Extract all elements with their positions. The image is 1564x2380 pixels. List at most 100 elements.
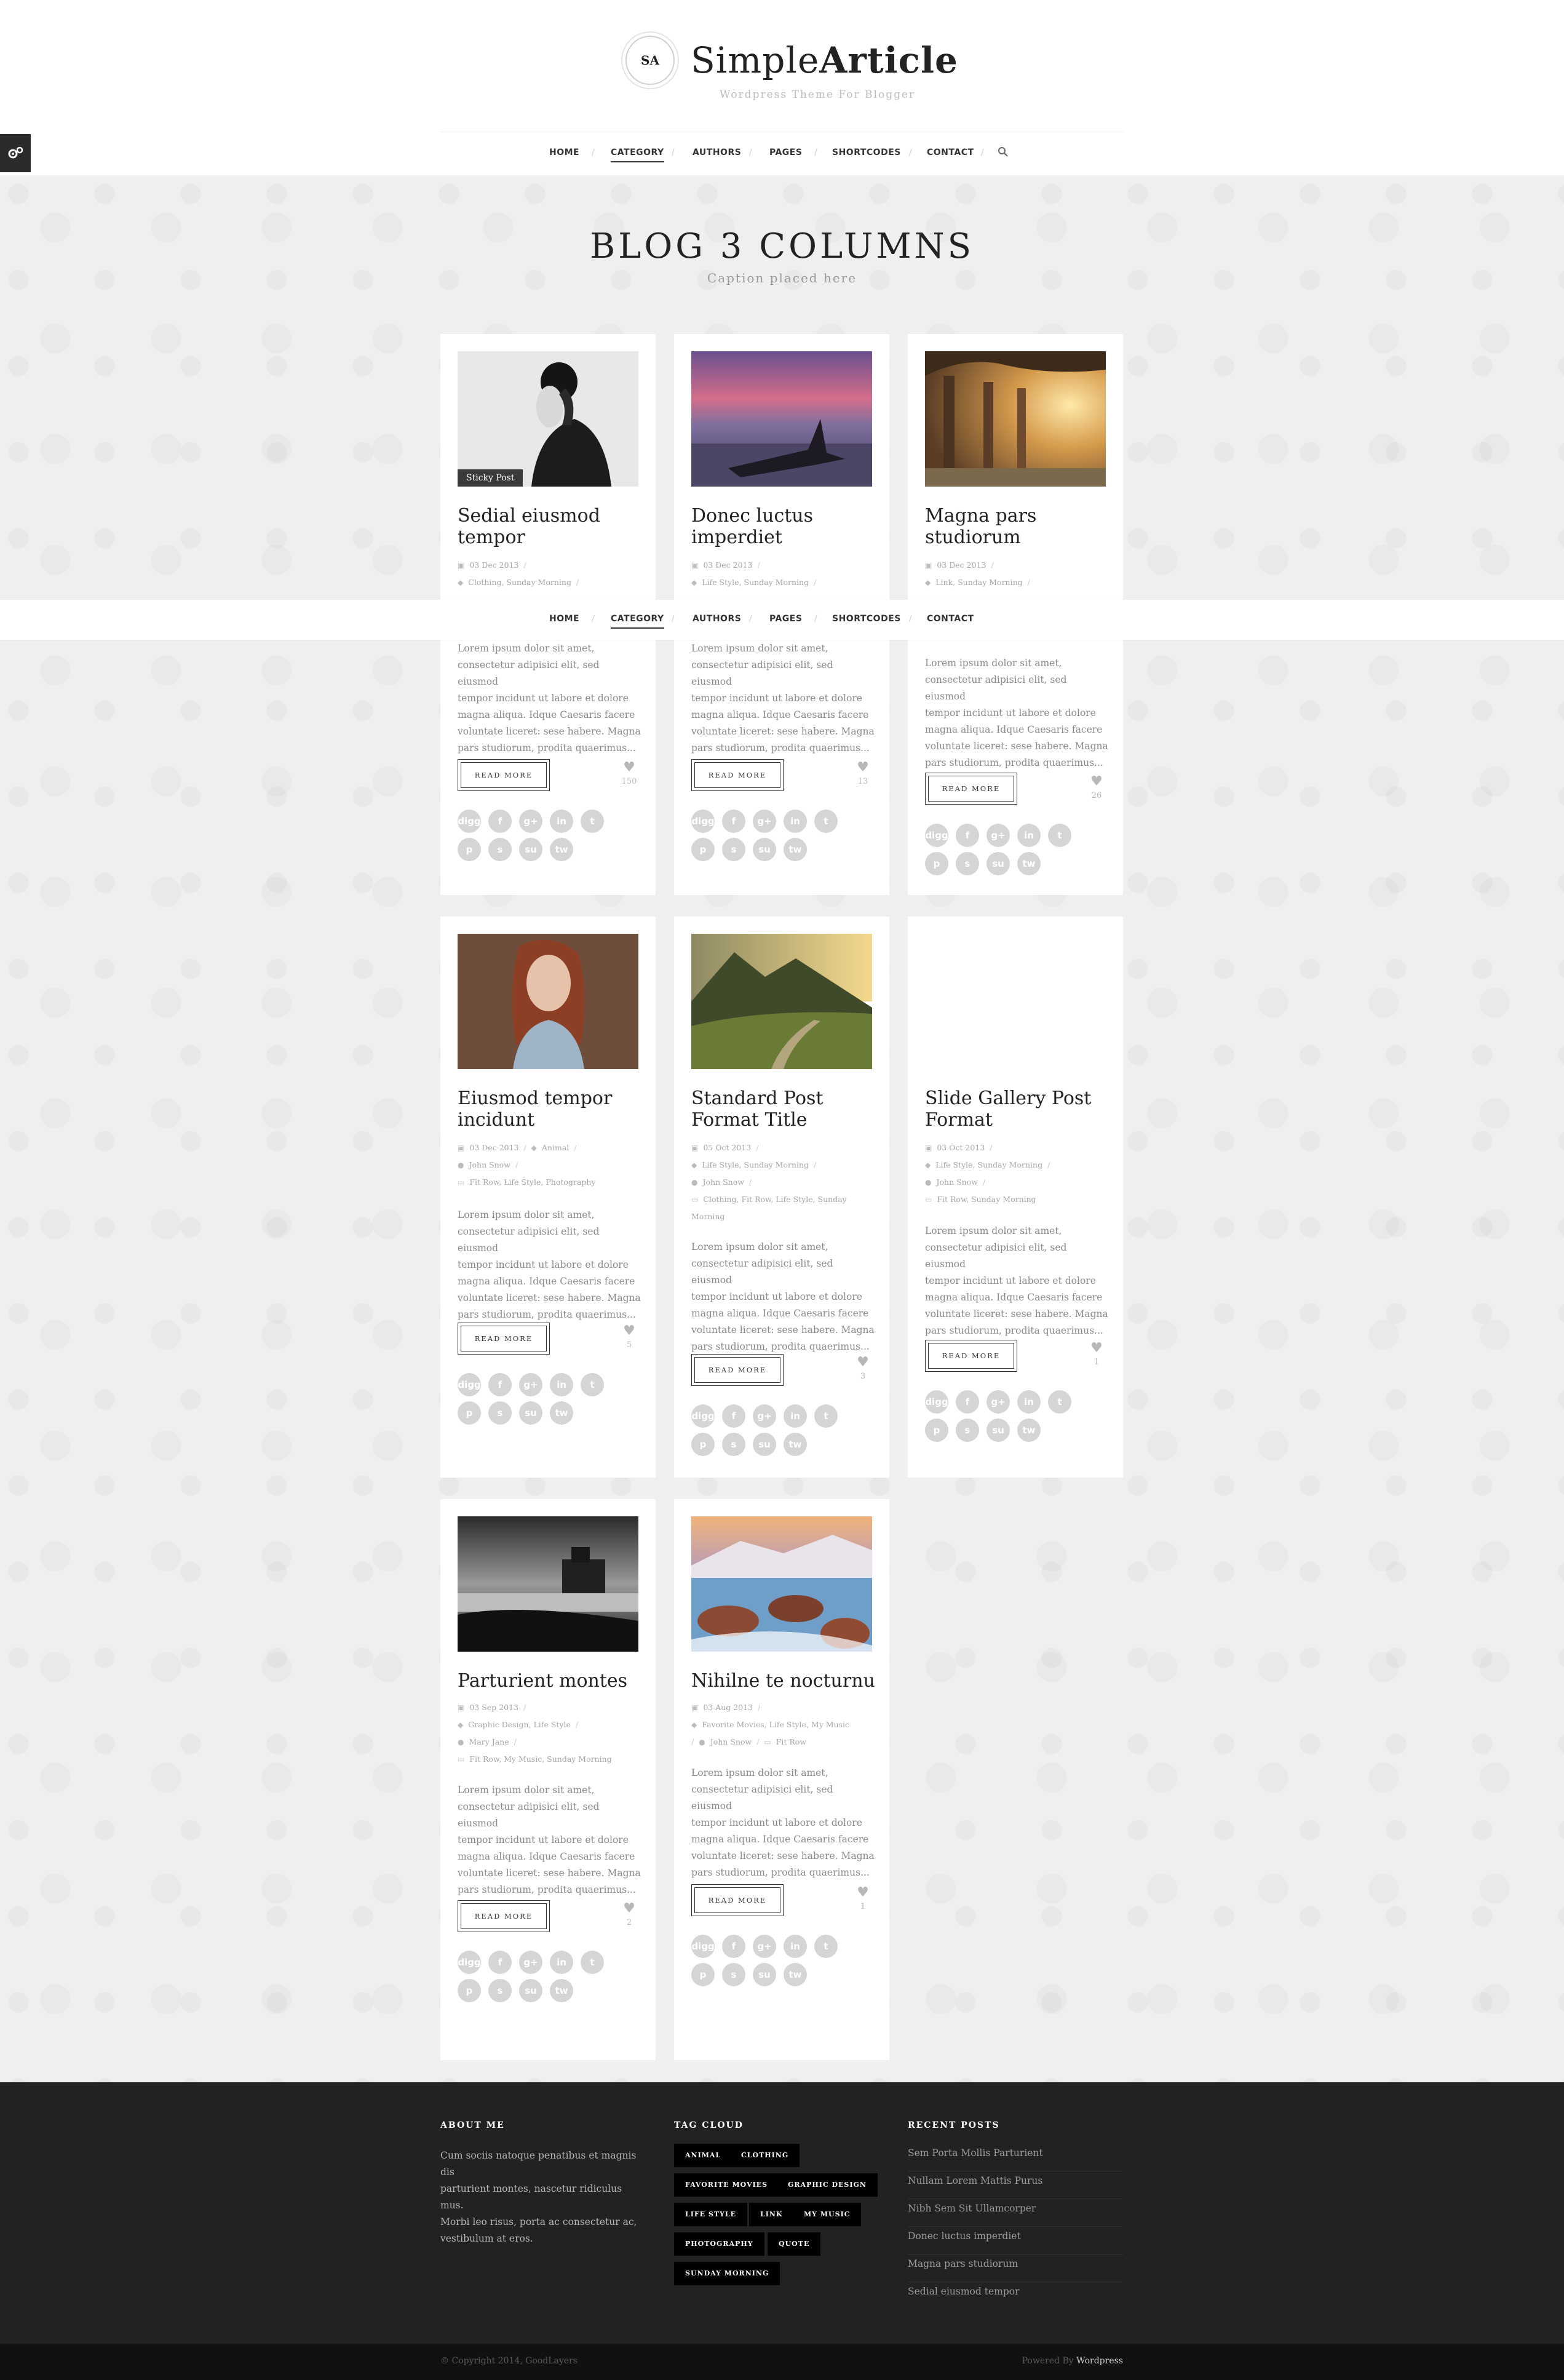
stumbleupon-icon[interactable]: s xyxy=(722,1963,745,1986)
recent-post-link[interactable]: Sem Porta Mollis Parturient xyxy=(908,2144,1123,2171)
post-thumbnail[interactable] xyxy=(691,351,872,487)
nav-item-category[interactable]: CATEGORY xyxy=(611,614,664,629)
google-plus-icon[interactable]: g+ xyxy=(986,1390,1010,1414)
post-thumbnail[interactable] xyxy=(925,351,1106,487)
read-more-button[interactable]: READ MORE xyxy=(925,1340,1017,1372)
post-categories[interactable]: Graphic Design, Life Style xyxy=(468,1720,571,1729)
tag-sunday-morning[interactable]: SUNDAY MORNING xyxy=(674,2262,780,2285)
linkedin-icon[interactable]: in xyxy=(784,1404,807,1428)
linkedin-icon[interactable]: in xyxy=(1017,1390,1041,1414)
post-thumbnail[interactable] xyxy=(691,1516,872,1652)
nav-item-home[interactable]: HOME xyxy=(549,614,579,624)
tumblr-icon[interactable]: t xyxy=(814,810,838,833)
site-logo[interactable]: SA SimpleArticle xyxy=(625,36,958,85)
nav-item-shortcodes[interactable]: SHORTCODES xyxy=(832,614,901,624)
post-title[interactable]: Nihilne te nocturnu xyxy=(691,1670,876,1692)
post-date[interactable]: 03 Dec 2013 xyxy=(937,560,986,570)
read-more-button[interactable]: READ MORE xyxy=(458,759,550,791)
post-date[interactable]: 03 Dec 2013 xyxy=(469,1143,518,1152)
nav-item-authors[interactable]: AUTHORS xyxy=(693,614,741,624)
post-date[interactable]: 03 Dec 2013 xyxy=(469,560,518,570)
post-author[interactable]: John Snow xyxy=(710,1737,752,1746)
nav-item-pages[interactable]: PAGES xyxy=(769,148,802,157)
pinterest-icon[interactable]: p xyxy=(691,1433,715,1456)
twitter-icon[interactable]: tw xyxy=(550,1401,573,1425)
tag-link[interactable]: LINK xyxy=(749,2203,794,2226)
like-button[interactable]: ♥ 1 xyxy=(854,1885,872,1914)
post-title[interactable]: Magna pars studiorum xyxy=(925,505,1109,548)
post-categories[interactable]: Life Style, Sunday Morning xyxy=(702,578,809,587)
post-date[interactable]: 03 Aug 2013 xyxy=(703,1703,753,1712)
like-button[interactable]: ♥ 26 xyxy=(1087,774,1106,803)
google-plus-icon[interactable]: g+ xyxy=(519,1373,542,1396)
linkedin-icon[interactable]: in xyxy=(550,810,573,833)
facebook-icon[interactable]: f xyxy=(956,1390,979,1414)
stumbleupon-icon[interactable]: s xyxy=(488,1979,512,2002)
read-more-button[interactable]: READ MORE xyxy=(925,773,1017,805)
post-date[interactable]: 05 Oct 2013 xyxy=(703,1143,751,1152)
stumbleupon-icon[interactable]: s xyxy=(956,1419,979,1442)
recent-post-link[interactable]: Nibh Sem Sit Ullamcorper xyxy=(908,2199,1123,2227)
recent-post-link[interactable]: Donec luctus imperdiet xyxy=(908,2227,1123,2255)
tag-my-music[interactable]: MY MUSIC xyxy=(793,2203,862,2226)
tag-photography[interactable]: PHOTOGRAPHY xyxy=(674,2232,764,2256)
stumbleupon-icon[interactable]: s xyxy=(722,838,745,861)
facebook-icon[interactable]: f xyxy=(722,810,745,833)
facebook-icon[interactable]: f xyxy=(956,824,979,847)
post-tags[interactable]: Fit Row, My Music, Sunday Morning xyxy=(469,1754,611,1764)
post-author[interactable]: Mary Jane xyxy=(469,1737,509,1746)
nav-item-contact[interactable]: CONTACT xyxy=(927,148,974,157)
digg-icon[interactable]: digg xyxy=(691,1935,715,1958)
digg-icon[interactable]: digg xyxy=(691,1404,715,1428)
read-more-button[interactable]: READ MORE xyxy=(458,1900,550,1932)
delicious-icon[interactable]: su xyxy=(753,1433,776,1456)
tumblr-icon[interactable]: t xyxy=(581,810,604,833)
tag-favorite-movies[interactable]: FAVORITE MOVIES xyxy=(674,2173,779,2197)
like-button[interactable]: ♥ 5 xyxy=(620,1324,638,1352)
facebook-icon[interactable]: f xyxy=(488,1951,512,1974)
post-categories[interactable]: Favorite Movies, Life Style, My Music xyxy=(702,1720,849,1729)
delicious-icon[interactable]: su xyxy=(986,852,1010,875)
nav-item-category[interactable]: CATEGORY xyxy=(611,148,664,162)
nav-item-pages[interactable]: PAGES xyxy=(769,614,802,624)
post-categories[interactable]: Life Style, Sunday Morning xyxy=(702,1160,809,1169)
tumblr-icon[interactable]: t xyxy=(1048,1390,1071,1414)
digg-icon[interactable]: digg xyxy=(925,824,948,847)
post-tags[interactable]: Fit Row, Life Style, Photography xyxy=(469,1177,595,1187)
like-button[interactable]: ♥ 2 xyxy=(620,1901,638,1930)
tumblr-icon[interactable]: t xyxy=(581,1951,604,1974)
post-title[interactable]: Donec luctus imperdiet xyxy=(691,505,876,548)
post-thumbnail[interactable] xyxy=(691,934,872,1069)
linkedin-icon[interactable]: in xyxy=(550,1373,573,1396)
digg-icon[interactable]: digg xyxy=(458,1373,481,1396)
pinterest-icon[interactable]: p xyxy=(458,1401,481,1425)
tumblr-icon[interactable]: t xyxy=(581,1373,604,1396)
tumblr-icon[interactable]: t xyxy=(814,1404,838,1428)
post-title[interactable]: Parturient montes xyxy=(458,1670,642,1692)
facebook-icon[interactable]: f xyxy=(488,810,512,833)
search-icon[interactable] xyxy=(998,146,1009,157)
delicious-icon[interactable]: su xyxy=(519,1979,542,2002)
nav-item-authors[interactable]: AUTHORS xyxy=(693,148,741,157)
post-tags[interactable]: Morning xyxy=(691,1212,724,1221)
post-author[interactable]: John Snow xyxy=(702,1177,744,1187)
google-plus-icon[interactable]: g+ xyxy=(519,810,542,833)
stumbleupon-icon[interactable]: s xyxy=(488,838,512,861)
post-date[interactable]: 03 Dec 2013 xyxy=(703,560,752,570)
pinterest-icon[interactable]: p xyxy=(925,1419,948,1442)
read-more-button[interactable]: READ MORE xyxy=(691,759,784,791)
delicious-icon[interactable]: su xyxy=(753,1963,776,1986)
nav-item-home[interactable]: HOME xyxy=(549,148,579,157)
tag-animal[interactable]: ANIMAL xyxy=(674,2144,732,2167)
post-author[interactable]: John Snow xyxy=(936,1177,977,1187)
tumblr-icon[interactable]: t xyxy=(1048,824,1071,847)
twitter-icon[interactable]: tw xyxy=(784,1433,807,1456)
post-thumbnail[interactable] xyxy=(458,934,638,1069)
facebook-icon[interactable]: f xyxy=(488,1373,512,1396)
pinterest-icon[interactable]: p xyxy=(691,1963,715,1986)
twitter-icon[interactable]: tw xyxy=(784,838,807,861)
tag-quote[interactable]: QUOTE xyxy=(768,2232,821,2256)
delicious-icon[interactable]: su xyxy=(753,838,776,861)
pinterest-icon[interactable]: p xyxy=(458,838,481,861)
post-date[interactable]: 03 Oct 2013 xyxy=(937,1143,985,1152)
